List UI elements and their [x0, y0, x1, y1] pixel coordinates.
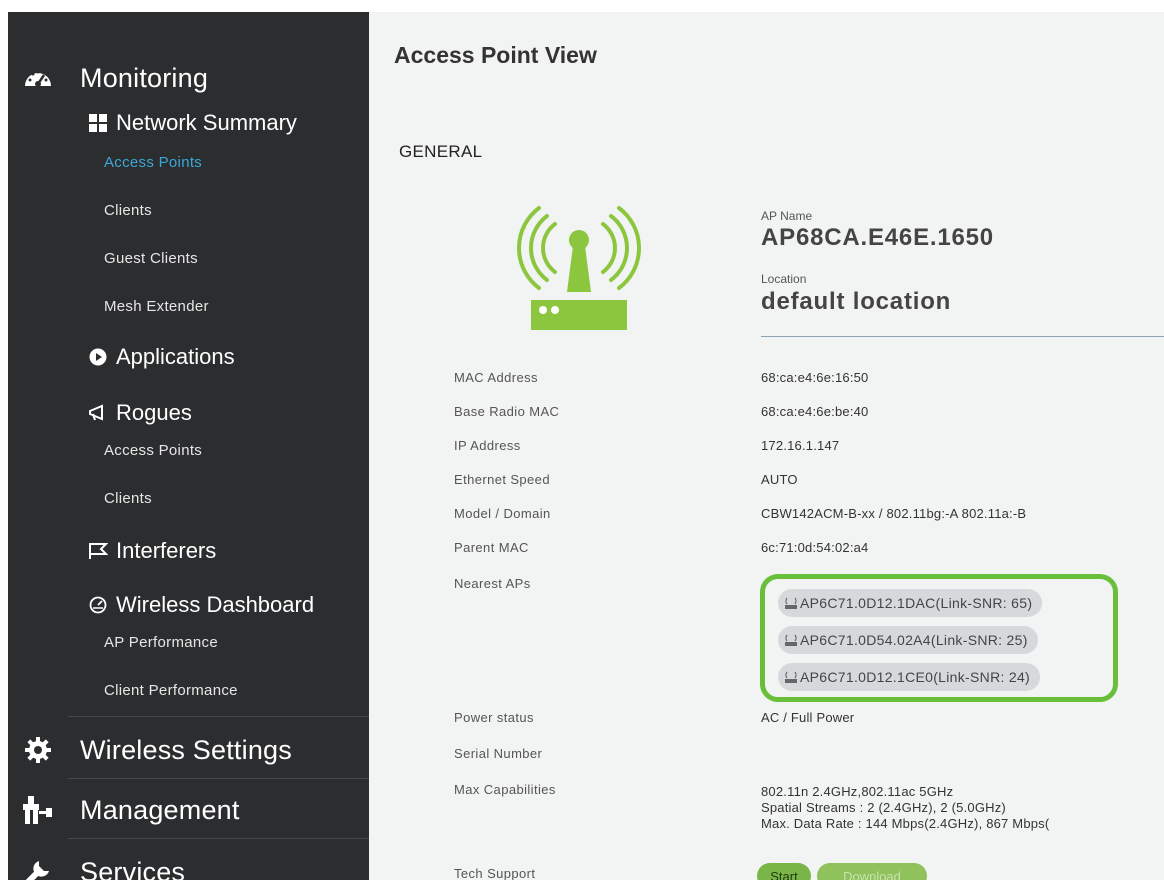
ap-name-value: AP68CA.E46E.1650 [761, 224, 994, 251]
nearest-ap-label: AP6C71.0D12.1CE0(Link-SNR: 24) [800, 669, 1030, 685]
header-divider [761, 336, 1164, 337]
hierarchy-icon [18, 790, 58, 830]
ap-name-label: AP Name [761, 209, 813, 223]
nav-client-performance[interactable]: Client Performance [104, 682, 238, 699]
nav-rogue-clients[interactable]: Clients [104, 490, 152, 507]
nav-monitoring-label: Monitoring [80, 62, 209, 93]
sidebar-divider [68, 778, 369, 779]
field-label-model-domain: Model / Domain [454, 506, 551, 521]
grid-icon [88, 113, 108, 133]
page-title: Access Point View [394, 42, 597, 68]
nav-wireless-settings[interactable]: Wireless Settings [8, 730, 369, 770]
location-value: default location [761, 288, 952, 315]
nav-monitoring[interactable]: Monitoring [8, 58, 369, 98]
nav-services[interactable]: Services [8, 852, 369, 880]
nearest-aps-highlight: AP6C71.0D12.1DAC(Link-SNR: 65) AP6C71.0D… [760, 574, 1118, 702]
nav-network-summary-label: Network Summary [116, 110, 297, 135]
flag-icon [88, 541, 108, 561]
section-heading-general: GENERAL [399, 142, 483, 161]
capability-line: Max. Data Rate : 144 Mbps(2.4GHz), 867 M… [761, 816, 1050, 831]
field-label-max-capabilities: Max Capabilities [454, 782, 556, 797]
field-label-parent-mac: Parent MAC [454, 540, 529, 555]
nav-rogues[interactable]: Rogues [88, 400, 192, 426]
nearest-ap-pill[interactable]: AP6C71.0D54.02A4(Link-SNR: 25) [778, 626, 1038, 654]
field-label-tech-support: Tech Support [454, 866, 536, 880]
start-button[interactable]: Start [757, 863, 811, 880]
sidebar: Monitoring Network Summary Access Points… [8, 12, 369, 880]
field-label-mac-address: MAC Address [454, 370, 538, 385]
sidebar-divider [68, 838, 369, 839]
capability-line: 802.11n 2.4GHz,802.11ac 5GHz [761, 784, 954, 799]
field-value-power-status: AC / Full Power [761, 710, 855, 725]
nearest-ap-pill[interactable]: AP6C71.0D12.1DAC(Link-SNR: 65) [778, 589, 1043, 617]
nav-mesh-extender[interactable]: Mesh Extender [104, 298, 209, 315]
field-label-ip-address: IP Address [454, 438, 521, 453]
nav-guest-clients[interactable]: Guest Clients [104, 250, 198, 267]
download-button[interactable]: Download [817, 863, 927, 880]
field-value-model-domain: CBW142ACM-B-xx / 802.11bg:-A 802.11a:-B [761, 506, 1027, 521]
field-label-base-radio-mac: Base Radio MAC [454, 404, 560, 419]
field-label-ethernet-speed: Ethernet Speed [454, 472, 550, 487]
main-content: Access Point View GENERAL AP Name AP68CA… [369, 12, 1164, 880]
nav-wireless-dashboard[interactable]: Wireless Dashboard [88, 592, 314, 618]
nav-rogue-access-points[interactable]: Access Points [104, 442, 202, 459]
sidebar-divider [68, 716, 369, 717]
nav-clients[interactable]: Clients [104, 202, 152, 219]
access-point-small-icon [785, 597, 797, 609]
nav-interferers-label: Interferers [116, 538, 217, 563]
nav-management[interactable]: Management [8, 790, 369, 830]
nav-network-summary[interactable]: Network Summary [88, 110, 297, 136]
field-value-ip-address: 172.16.1.147 [761, 438, 840, 453]
nav-applications-label: Applications [116, 344, 235, 369]
field-value-ethernet-speed: AUTO [761, 472, 798, 487]
nav-rogues-label: Rogues [116, 400, 192, 425]
nav-wireless-dashboard-label: Wireless Dashboard [116, 592, 315, 617]
speedometer-icon [88, 595, 108, 615]
field-label-nearest-aps: Nearest APs [454, 576, 531, 591]
nearest-ap-pill[interactable]: AP6C71.0D12.1CE0(Link-SNR: 24) [778, 663, 1040, 691]
nav-management-label: Management [80, 794, 240, 825]
gear-icon [18, 730, 58, 770]
nearest-ap-label: AP6C71.0D54.02A4(Link-SNR: 25) [800, 632, 1028, 648]
access-point-icon [509, 200, 649, 332]
nav-services-label: Services [80, 856, 186, 880]
field-value-parent-mac: 6c:71:0d:54:02:a4 [761, 540, 869, 555]
nav-wireless-settings-label: Wireless Settings [80, 734, 292, 765]
field-label-serial-number: Serial Number [454, 746, 543, 761]
play-circle-icon [88, 347, 108, 367]
nearest-ap-label: AP6C71.0D12.1DAC(Link-SNR: 65) [800, 595, 1033, 611]
capability-line: Spatial Streams : 2 (2.4GHz), 2 (5.0GHz) [761, 800, 1006, 815]
field-value-base-radio-mac: 68:ca:e4:6e:be:40 [761, 404, 869, 419]
nav-ap-performance[interactable]: AP Performance [104, 634, 218, 651]
field-label-power-status: Power status [454, 710, 534, 725]
wrench-icon [18, 852, 58, 880]
access-point-small-icon [785, 634, 797, 646]
field-value-mac-address: 68:ca:e4:6e:16:50 [761, 370, 869, 385]
location-label: Location [761, 272, 807, 286]
megaphone-icon [88, 403, 108, 423]
nav-applications[interactable]: Applications [88, 344, 235, 370]
nav-interferers[interactable]: Interferers [88, 538, 216, 564]
access-point-small-icon [785, 671, 797, 683]
nav-access-points[interactable]: Access Points [104, 154, 202, 171]
dashboard-gauge-icon [18, 58, 58, 98]
